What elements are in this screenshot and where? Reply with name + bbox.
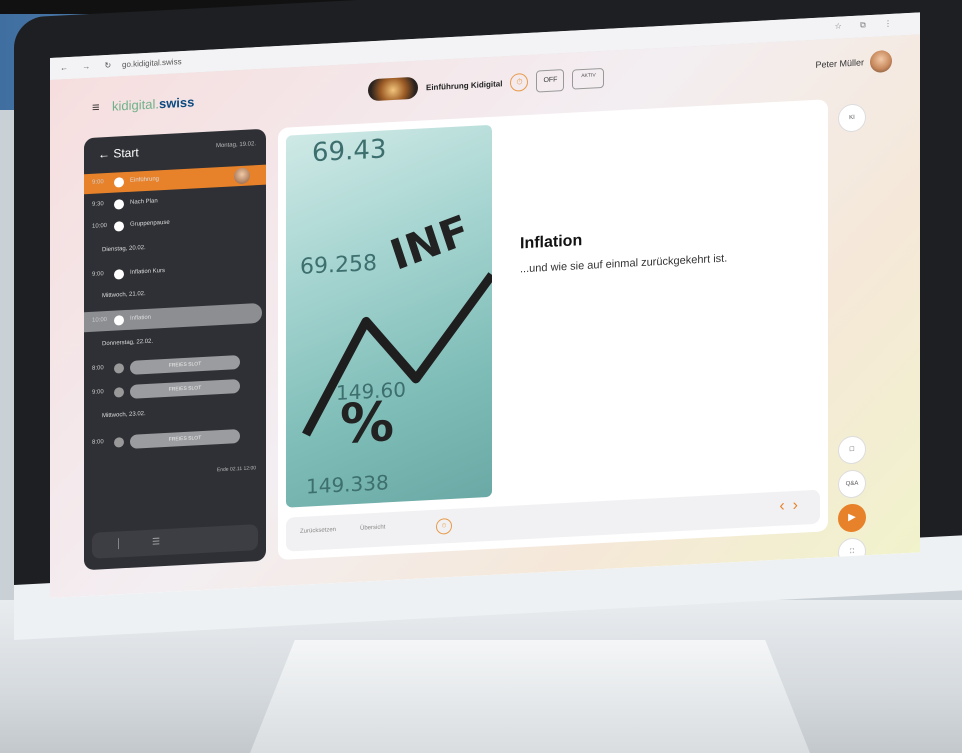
lesson-title: Einführung Kidigital — [426, 78, 503, 92]
app-window: ≡ kidigital.swiss Einführung Kidigital ⏱… — [50, 34, 920, 599]
item-time: 9:00 — [92, 179, 104, 186]
item-time: 8:00 — [92, 439, 104, 446]
schedule-sidebar: ← Start Montag, 19.02. 9:00 Einführung 9… — [84, 128, 266, 571]
chat-icon[interactable]: ☐ — [838, 435, 866, 465]
screen: ← → ↻ go.kidigital.swiss ☆ ⧉ ⋮ ≡ kidigit… — [50, 12, 920, 599]
next-arrow-icon[interactable]: › — [793, 496, 806, 514]
item-label: Gruppenpause — [130, 219, 170, 228]
timer-icon[interactable]: ⏱ — [510, 72, 529, 92]
free-slot-button[interactable]: FREIES SLOT — [130, 429, 240, 449]
item-time: 9:30 — [92, 201, 104, 208]
status-dot — [114, 221, 124, 232]
end-time: Ende 02.11 12:00 — [216, 465, 256, 474]
lesson-thumbnail — [368, 76, 418, 102]
slide-panel: 69.43 69.258 149.60 149.338 INF % Inflat… — [278, 99, 828, 561]
free-slot-button[interactable]: FREIES SLOT — [130, 379, 240, 399]
status-dot — [114, 199, 124, 210]
sidebar-date: Montag, 19.02. — [215, 141, 256, 150]
user-name: Peter Müller — [815, 57, 864, 70]
address-bar[interactable]: go.kidigital.swiss — [122, 57, 182, 69]
sidebar-heading[interactable]: ← Start — [98, 145, 139, 161]
slide-nav: ‹› — [779, 496, 806, 515]
slide-title: Inflation — [520, 232, 583, 253]
list-icon[interactable]: ☰ — [152, 536, 160, 547]
item-time: 9:00 — [92, 389, 104, 396]
footer-item[interactable]: Übersicht — [360, 524, 385, 531]
monitor-stand — [250, 640, 810, 753]
schedule-item[interactable]: 8:00 FREIES SLOT — [84, 425, 266, 455]
item-label: Inflation — [130, 314, 152, 322]
user-menu[interactable]: Peter Müller — [815, 49, 892, 76]
prev-arrow-icon[interactable]: ‹ — [779, 497, 792, 515]
ki-button[interactable]: KI — [838, 103, 866, 133]
day-label: Mittwoch, 21.02. — [102, 290, 146, 300]
status-dot — [114, 269, 124, 280]
play-icon[interactable]: ▶ — [838, 503, 866, 533]
item-time: 10:00 — [92, 223, 108, 230]
status-dot — [114, 363, 124, 374]
timer-icon[interactable]: ⏱ — [436, 517, 452, 535]
day-header[interactable]: Mittwoch, 23.02. — [84, 399, 266, 429]
lesson-header: Einführung Kidigital ⏱ OFF AKTIV — [368, 65, 605, 103]
day-label: Donnerstag, 22.02. — [102, 338, 154, 348]
logo: kidigital.swiss — [112, 94, 194, 113]
browser-tools-icons[interactable]: ☆ ⧉ ⋮ — [835, 18, 900, 31]
avatar — [234, 167, 250, 185]
image-percent: % — [340, 389, 395, 456]
divider-icon[interactable]: │ — [116, 538, 122, 548]
sidebar-bottom-bar: │ ☰ — [92, 524, 258, 559]
status-dot — [114, 387, 124, 398]
day-label: Dienstag, 20.02. — [102, 244, 146, 254]
inflation-image: 69.43 69.258 149.60 149.338 INF % — [286, 124, 492, 508]
slide-subtitle: ...und wie sie auf einmal zurückgekehrt … — [520, 252, 728, 276]
mode-button[interactable]: AKTIV — [572, 67, 605, 90]
item-label: Einführung — [130, 176, 160, 184]
item-time: 8:00 — [92, 365, 104, 372]
item-time: 10:00 — [92, 317, 108, 324]
logo-text: kidigital. — [112, 96, 159, 114]
free-slot-button[interactable]: FREIES SLOT — [130, 355, 240, 375]
avatar[interactable] — [870, 49, 892, 74]
logo-bold: swiss — [158, 94, 195, 112]
item-label: Inflation Kurs — [130, 267, 166, 276]
status-dot — [114, 437, 124, 448]
item-label: Nach Plan — [130, 198, 158, 206]
day-label: Mittwoch, 23.02. — [102, 410, 146, 420]
menu-icon[interactable]: ≡ — [92, 99, 100, 114]
status-dot — [114, 315, 124, 326]
qa-button[interactable]: Q&A — [838, 469, 866, 499]
off-toggle[interactable]: OFF — [536, 69, 565, 93]
browser-nav-icons[interactable]: ← → ↻ — [60, 60, 117, 72]
status-dot — [114, 177, 124, 188]
item-time: 9:00 — [92, 271, 104, 278]
footer-item[interactable]: Zurücksetzen — [300, 527, 336, 535]
